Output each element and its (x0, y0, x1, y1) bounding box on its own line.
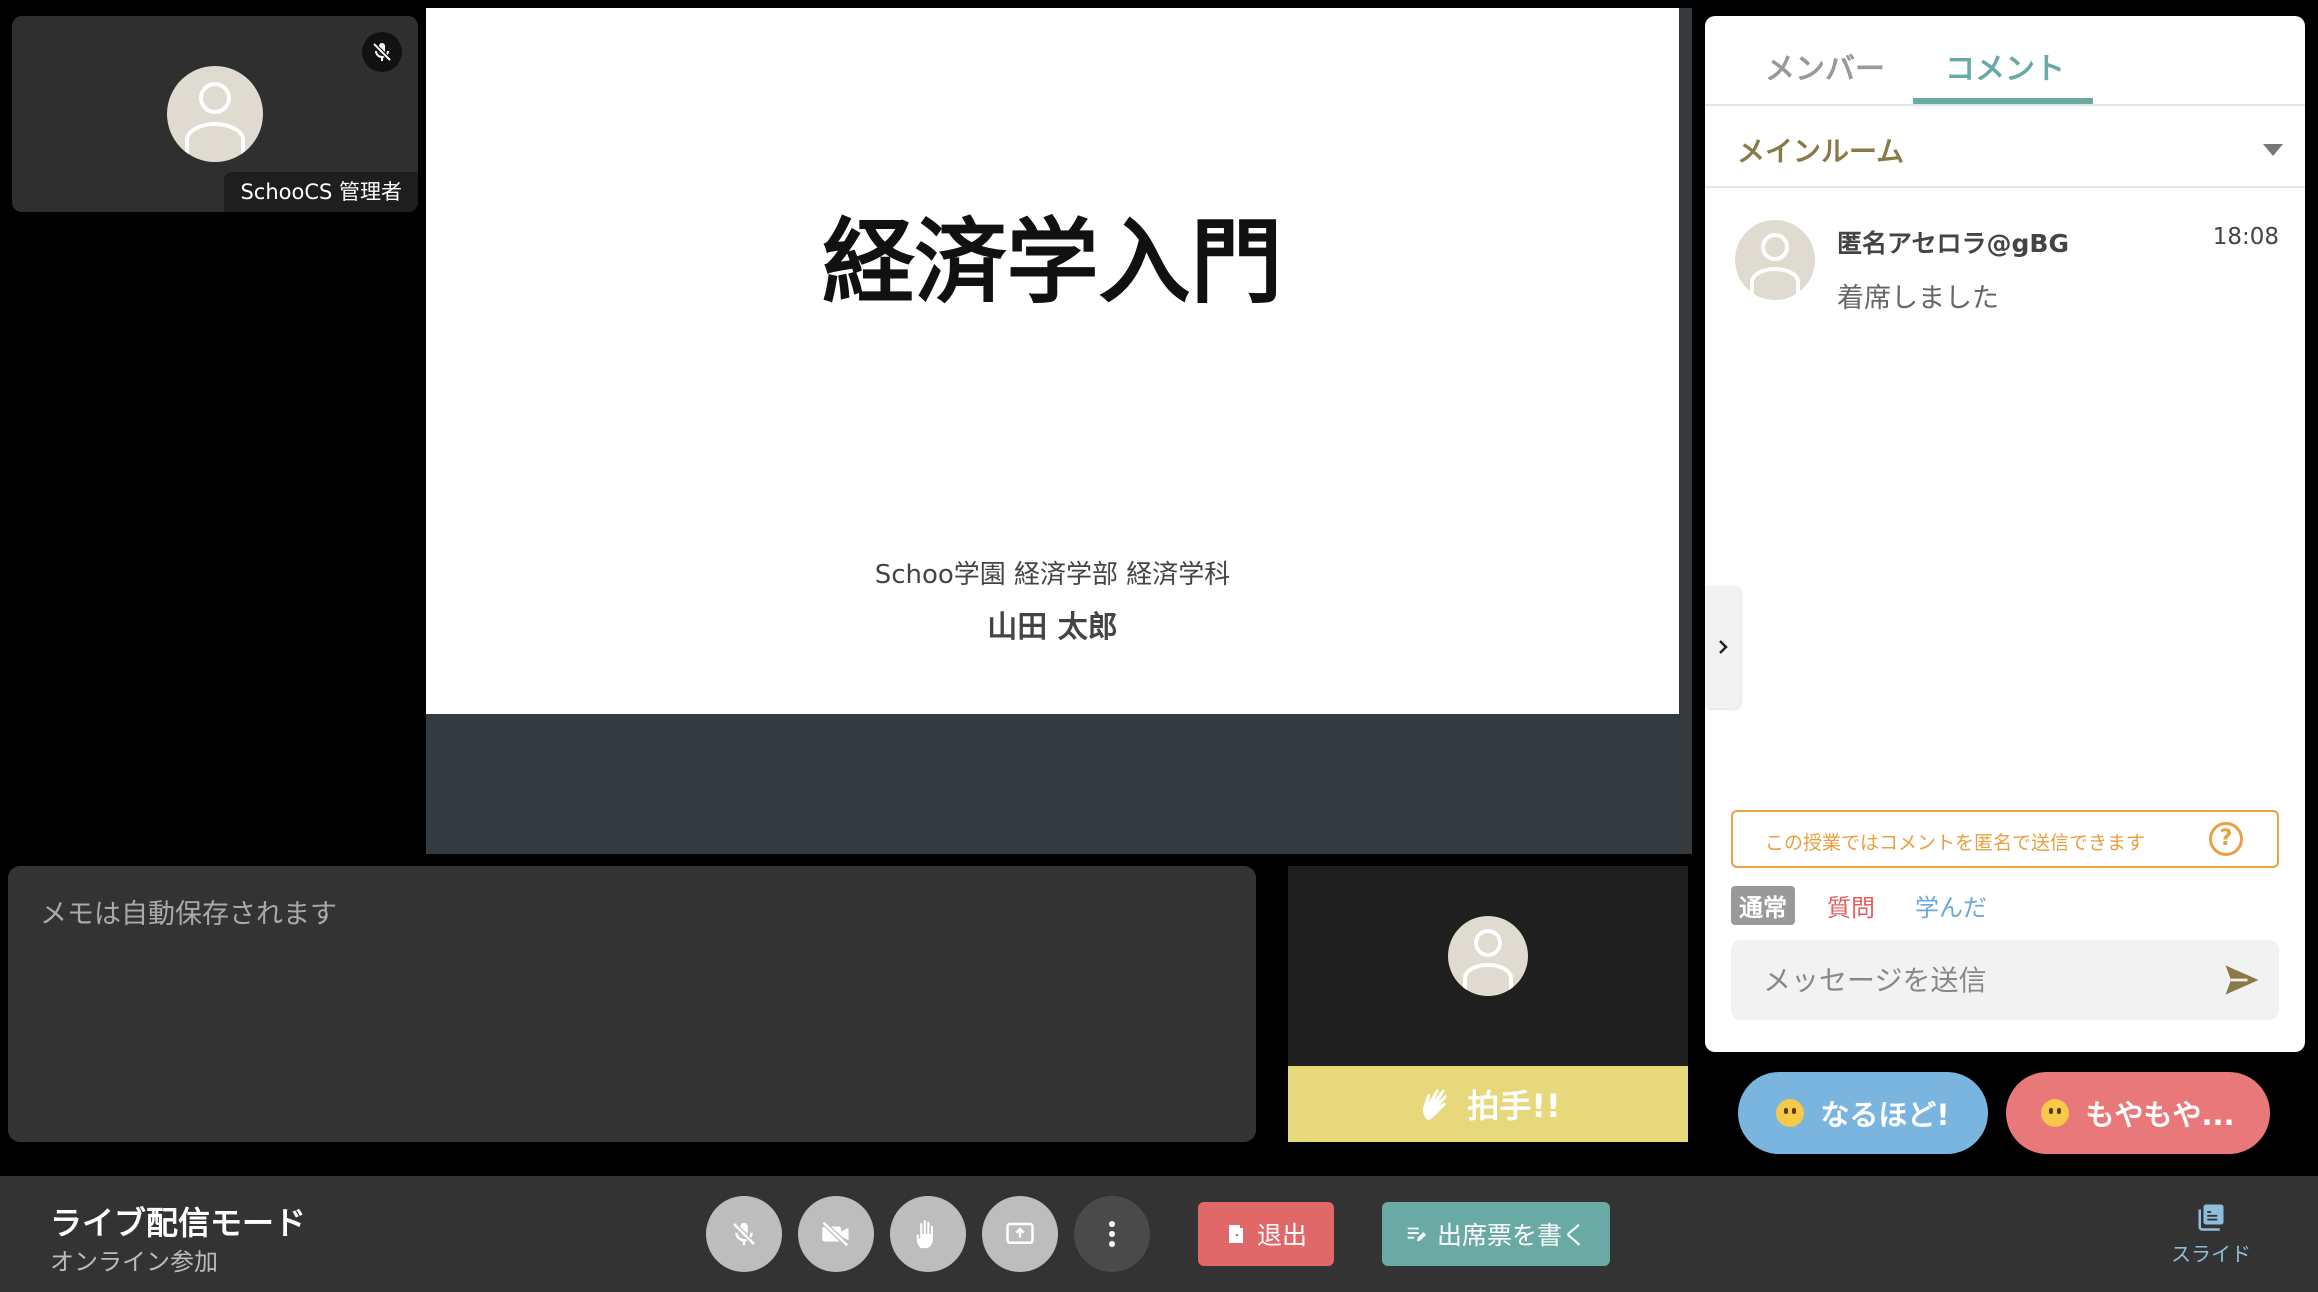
leave-label: 退出 (1256, 1221, 1307, 1250)
leave-button[interactable]: 退出 (1198, 1202, 1334, 1266)
edit-note-icon (1407, 1227, 1427, 1242)
raise-hand-button[interactable] (890, 1196, 966, 1272)
attendance-label: 出席票を書く (1436, 1221, 1587, 1250)
comment-author: 匿名アセロラ@gBG (1837, 229, 2069, 258)
slide: 経済学入門 Schoo学園 経済学部 経済学科 山田 太郎 (426, 8, 1679, 714)
help-icon[interactable]: ? (2209, 822, 2243, 856)
memo-panel (8, 866, 1256, 1142)
anonymous-notice: この授業ではコメントを匿名で送信できます ? (1731, 810, 2279, 868)
comment-mode-selector: 通常 質問 学んだ (1731, 885, 1995, 925)
mode-subtitle: オンライン参加 (50, 1248, 218, 1276)
slides-button[interactable]: スライド (2166, 1202, 2256, 1272)
room-select[interactable]: メインルーム (1705, 108, 2305, 188)
app-root: SchooCS 管理者 経済学入門 Schoo学園 経済学部 経済学科 山田 太… (0, 0, 2318, 1292)
room-label: メインルーム (1737, 135, 1905, 168)
comment-text: 着席しました (1837, 283, 1999, 314)
screen-share-button[interactable] (982, 1196, 1058, 1272)
slide-area: 経済学入門 Schoo学園 経済学部 経済学科 山田 太郎 (426, 8, 1692, 854)
participant-name: SchooCS 管理者 (224, 172, 418, 212)
comment-time: 18:08 (2212, 224, 2279, 250)
mode-title: ライブ配信モード (50, 1204, 307, 1242)
camera-toggle-button[interactable] (798, 1196, 874, 1272)
reaction-naruhodo-button[interactable]: なるほど! (1738, 1072, 1988, 1154)
more-vertical-icon (1109, 1221, 1115, 1247)
tab-comments[interactable]: コメント (1945, 44, 2065, 88)
more-options-button[interactable] (1074, 1196, 1150, 1272)
slide-title: 経済学入門 (822, 208, 1283, 316)
reaction-moyamoya-label: もやもや... (2085, 1098, 2235, 1132)
mode-learned[interactable]: 学んだ (1907, 886, 1995, 925)
user-avatar-icon (1735, 220, 1815, 300)
slide-author: 山田 太郎 (987, 610, 1118, 645)
confused-emoji-icon (2041, 1099, 2070, 1127)
mode-normal[interactable]: 通常 (1731, 885, 1795, 925)
chevron-down-icon (2263, 144, 2283, 156)
clap-label: 拍手!! (1467, 1087, 1561, 1125)
memo-input[interactable] (40, 892, 1224, 1116)
mic-off-icon (362, 32, 402, 72)
mic-off-icon (732, 1222, 756, 1246)
active-tab-indicator (1913, 98, 2093, 104)
slide-organization: Schoo学園 経済学部 経済学科 (874, 560, 1231, 590)
comment-item: 匿名アセロラ@gBG 18:08 着席しました (1705, 216, 2305, 336)
camera-off-icon (821, 1220, 849, 1248)
teacher-video-tile (1288, 866, 1688, 1066)
panel-tabs: メンバー コメント (1705, 16, 2305, 106)
user-avatar-icon (167, 66, 263, 162)
tab-members[interactable]: メンバー (1765, 44, 1885, 88)
side-panel: メンバー コメント メインルーム 匿名アセロラ@gBG 18:08 着席しました… (1705, 16, 2305, 1052)
clap-icon (1423, 1089, 1448, 1120)
clap-button[interactable]: 拍手!! (1288, 1066, 1688, 1142)
self-video-tile: SchooCS 管理者 (12, 16, 418, 212)
bottom-control-bar: ライブ配信モード オンライン参加 退出 出席票を書く スライド (0, 1176, 2318, 1292)
send-icon[interactable] (2217, 958, 2267, 1002)
mic-toggle-button[interactable] (706, 1196, 782, 1272)
mode-question[interactable]: 質問 (1819, 886, 1883, 925)
reaction-naruhodo-label: なるほど! (1820, 1098, 1950, 1132)
chevron-right-icon (1719, 640, 1728, 654)
pdf-icon (2198, 1204, 2224, 1231)
reaction-moyamoya-button[interactable]: もやもや... (2006, 1072, 2270, 1154)
anonymous-notice-text: この授業ではコメントを匿名で送信できます (1765, 832, 2146, 854)
hand-icon (916, 1220, 933, 1249)
collapse-panel-button[interactable] (1706, 586, 1740, 708)
message-input[interactable] (1731, 940, 2191, 1020)
smile-emoji-icon (1776, 1099, 1805, 1127)
message-composer (1731, 940, 2279, 1020)
screen-share-icon (1006, 1222, 1034, 1244)
user-avatar-icon (1448, 916, 1528, 996)
slides-label: スライド (2171, 1242, 2251, 1266)
door-exit-icon (1228, 1225, 1243, 1243)
attendance-button[interactable]: 出席票を書く (1382, 1202, 1610, 1266)
